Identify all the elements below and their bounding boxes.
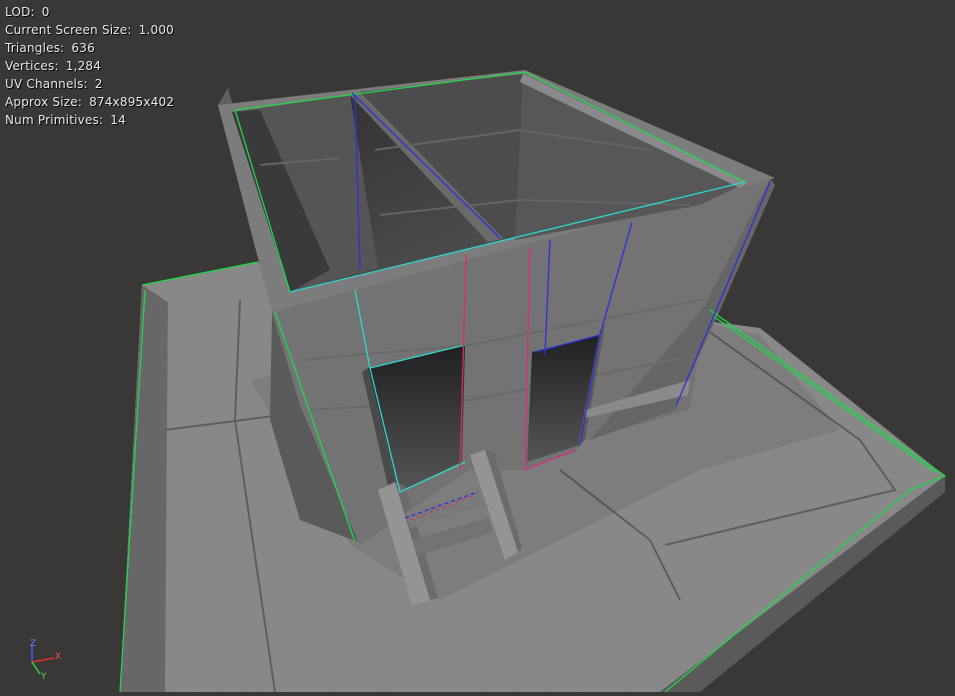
axis-y-label: Y [41,672,47,682]
stat-uv-channels: UV Channels: 2 [5,77,103,91]
axis-z-label: Z [30,639,37,649]
mesh-preview-viewport[interactable]: LOD: 0 Current Screen Size: 1.000 Triangle… [0,0,955,693]
stat-screen-size: Current Screen Size: 1.000 [5,23,174,37]
axis-x-label: X [55,652,62,662]
stat-num-primitives: Num Primitives: 14 [5,113,126,127]
stat-lod: LOD: 0 [5,5,50,19]
stat-vertices: Vertices: 1,284 [5,59,102,73]
axis-gizmo-icon: Z X Y [22,636,72,684]
mesh-stats-overlay: LOD: 0 Current Screen Size: 1.000 Triangle… [5,3,174,129]
stat-approx-size: Approx Size: 874x895x402 [5,95,175,109]
stat-triangles: Triangles: 636 [5,41,95,55]
